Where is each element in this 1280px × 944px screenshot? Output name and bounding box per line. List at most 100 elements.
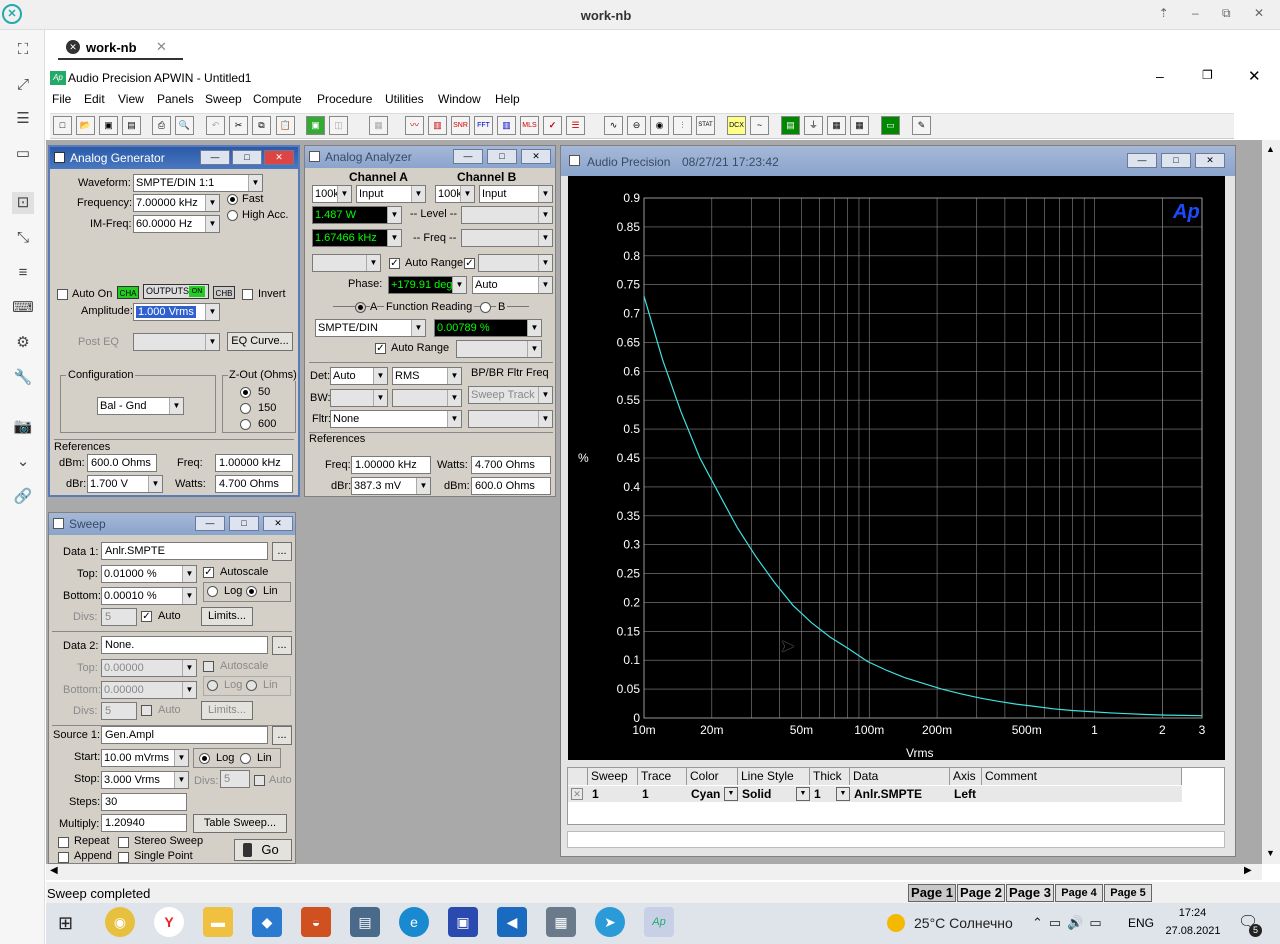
menu-edit[interactable]: Edit	[84, 92, 105, 106]
stereo-sweep-checkbox[interactable]	[118, 837, 129, 848]
menu-sweep[interactable]: Sweep	[205, 92, 242, 106]
mls-icon[interactable]: MLS	[520, 116, 539, 135]
det-select[interactable]: Auto ▼	[330, 367, 388, 385]
lin1-radio[interactable]	[246, 586, 257, 597]
gen-freq-field[interactable]: 1.00000 kHz	[215, 454, 293, 472]
stop-field[interactable]: 3.000 Vrms ▼	[101, 771, 189, 789]
anlr-dbr-field[interactable]: 387.3 mV ▼	[351, 477, 431, 495]
auto-range-b-checkbox[interactable]: ✓	[464, 258, 475, 269]
input-a-select[interactable]: Input ▼	[356, 185, 426, 203]
scroll-left-icon[interactable]: ◀	[50, 865, 58, 876]
table-icon[interactable]: ▦	[827, 116, 846, 135]
single-point-checkbox[interactable]	[118, 852, 129, 863]
scope-icon[interactable]: ⊖	[627, 116, 646, 135]
tab-close-icon[interactable]: ✕	[156, 39, 167, 55]
vscode-icon[interactable]: ◀	[497, 907, 527, 937]
sweep-minimize-button[interactable]: —	[195, 516, 225, 531]
graph-close-button[interactable]: ✕	[1195, 153, 1225, 168]
sweep-maximize-button[interactable]: □	[229, 516, 259, 531]
waveform-select[interactable]: SMPTE/DIN 1:1 ▼	[133, 174, 263, 192]
settings-icon[interactable]: ⚙	[12, 332, 34, 354]
spectrum-icon[interactable]: ▥	[497, 116, 516, 135]
chevron-down-icon[interactable]: ⌄	[12, 451, 34, 473]
start-button[interactable]: ⊞	[58, 912, 80, 934]
notes-icon[interactable]: ✎	[912, 116, 931, 135]
auto-on-checkbox[interactable]	[57, 289, 68, 300]
autoscale2-checkbox[interactable]	[203, 661, 214, 672]
undo-icon[interactable]: ↶	[206, 116, 225, 135]
go-button[interactable]: Go	[234, 839, 292, 861]
freq-b-readout[interactable]: ▼	[461, 229, 553, 247]
green-bars-icon[interactable]: ▤	[781, 116, 800, 135]
log-source-radio[interactable]	[199, 753, 210, 764]
fast-radio[interactable]	[227, 194, 238, 205]
input-b-select[interactable]: Input ▼	[479, 185, 553, 203]
close-button[interactable]: ✕	[1248, 67, 1261, 85]
cell-line-style[interactable]: Solid	[740, 786, 771, 802]
eq-curve-button[interactable]: EQ Curve...	[227, 332, 293, 351]
fit-icon[interactable]: ⊡	[12, 192, 34, 214]
zout-600-radio[interactable]	[240, 419, 251, 430]
auto1-checkbox[interactable]: ✓	[141, 611, 152, 622]
anlr-watts-field[interactable]: 4.700 Ohms	[471, 456, 551, 474]
explorer-icon[interactable]: ▬	[203, 907, 233, 937]
append-checkbox[interactable]	[58, 852, 69, 863]
edge-icon[interactable]: e	[399, 907, 429, 937]
steps-field[interactable]: 30	[101, 793, 187, 811]
chb-button[interactable]: CHB	[213, 286, 235, 299]
frequency-field[interactable]: 7.00000 kHz ▼	[133, 194, 220, 212]
browser-tab[interactable]: ✕ work-nb ✕	[58, 36, 183, 60]
anlr-minimize-button[interactable]: —	[453, 149, 483, 164]
level-b-readout[interactable]: ▼	[461, 206, 553, 224]
range-a-select[interactable]: 100k ▼	[312, 185, 352, 203]
data2-field[interactable]: None.	[101, 636, 268, 654]
page-tab-1[interactable]: Page 1	[908, 884, 956, 902]
source1-browse-button[interactable]: ...	[272, 726, 292, 745]
resize-icon[interactable]: ⤡	[12, 227, 34, 249]
list-icon-tb[interactable]: ☰	[566, 116, 585, 135]
camera-icon[interactable]: 📷	[12, 416, 34, 438]
clock-time[interactable]: 17:24	[1170, 907, 1215, 919]
det-mode-select[interactable]: RMS ▼	[392, 367, 462, 385]
fft-icon[interactable]: FFT	[474, 116, 493, 135]
gen-dbm-field[interactable]: 600.0 Ohms	[87, 454, 157, 472]
list-icon[interactable]: ≡	[12, 262, 34, 284]
invert-checkbox[interactable]	[242, 289, 253, 300]
save-icon[interactable]: ▣	[99, 116, 118, 135]
menu-icon[interactable]: ☰	[12, 108, 34, 130]
high-acc-radio[interactable]	[227, 210, 238, 221]
maximize-button[interactable]: ❐	[1202, 68, 1213, 82]
gen-close-button[interactable]: ✕	[264, 150, 294, 165]
screenshot-icon[interactable]: ⛶	[12, 39, 34, 61]
vertical-scrollbar[interactable]: ▲ ▼	[1262, 140, 1280, 864]
data1-browse-button[interactable]: ...	[272, 542, 292, 561]
bottom2-field[interactable]: 0.00000 ▼	[101, 681, 197, 699]
gen-maximize-button[interactable]: □	[232, 150, 262, 165]
menu-view[interactable]: View	[118, 92, 144, 106]
divs1-field[interactable]: 5	[101, 608, 137, 626]
sweep-graph[interactable]: 00.050.10.150.20.250.30.350.40.450.50.55…	[568, 176, 1225, 760]
graph-maximize-button[interactable]: □	[1161, 153, 1191, 168]
color-dropdown-icon[interactable]: ▼	[724, 787, 738, 801]
bw-select-2[interactable]: ▼	[392, 389, 462, 407]
anlr-dbm-field[interactable]: 600.0 Ohms	[471, 477, 551, 495]
auto2-checkbox[interactable]	[141, 705, 152, 716]
wrench-icon[interactable]: 🔧	[12, 367, 34, 389]
graph-icon[interactable]: 〰	[405, 116, 424, 135]
source1-field[interactable]: Gen.Ampl	[101, 726, 268, 744]
panels-icon[interactable]: ▦	[369, 116, 388, 135]
page-tab-3[interactable]: Page 3	[1006, 884, 1054, 902]
keyboard-icon[interactable]: ⌨	[12, 297, 34, 319]
meter-icon[interactable]: ◉	[650, 116, 669, 135]
go-icon[interactable]: ▣	[306, 116, 325, 135]
sweep-track-select[interactable]: Sweep Track ▼	[468, 386, 553, 404]
sine-icon[interactable]: ∿	[604, 116, 623, 135]
aux-b-select[interactable]: ▼	[478, 254, 553, 272]
cut-icon[interactable]: ✂	[229, 116, 248, 135]
data2-browse-button[interactable]: ...	[272, 636, 292, 655]
im-freq-field[interactable]: 60.0000 Hz ▼	[133, 215, 220, 233]
yandex-icon[interactable]: Y	[154, 907, 184, 937]
row-delete-icon[interactable]: ✕	[571, 788, 583, 800]
thick-dropdown-icon[interactable]: ▼	[836, 787, 850, 801]
snr-icon[interactable]: SNR	[451, 116, 470, 135]
